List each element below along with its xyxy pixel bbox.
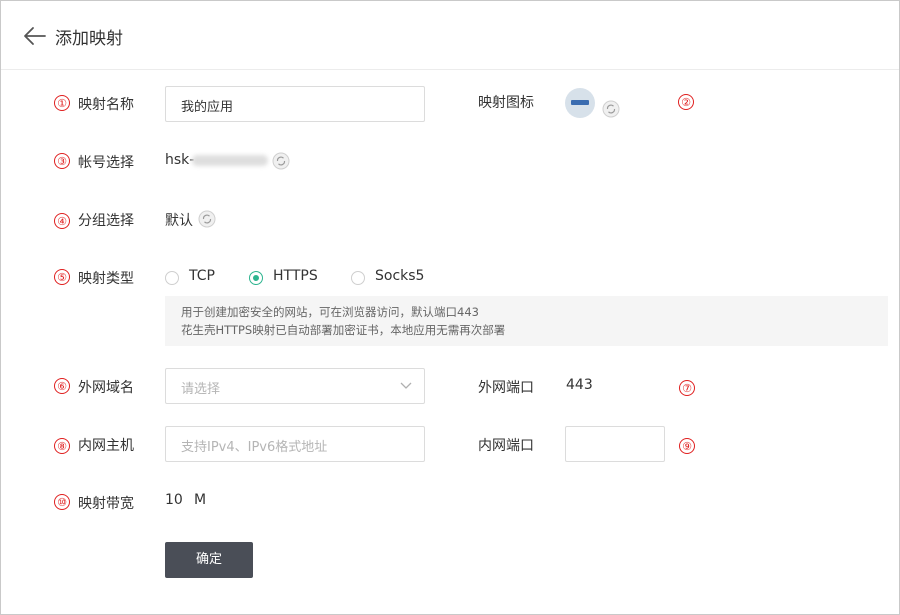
back-arrow-icon[interactable] — [23, 25, 47, 47]
map-name-label: 映射名称 — [78, 97, 134, 113]
radio-https[interactable] — [249, 271, 263, 285]
radio-socks5-label[interactable]: Socks5 — [375, 268, 424, 284]
map-type-label: 映射类型 — [78, 271, 134, 287]
account-blurred — [192, 155, 268, 166]
account-label: 帐号选择 — [78, 155, 134, 171]
marker-10: ⑩ — [54, 494, 70, 510]
domain-placeholder: 请选择 — [181, 382, 221, 397]
marker-6: ⑥ — [54, 378, 70, 394]
hint-line-1: 用于创建加密安全的网站，可在浏览器访问，默认端口443 — [181, 305, 479, 319]
map-icon-label: 映射图标 — [478, 95, 534, 111]
int-port-label: 内网端口 — [478, 438, 534, 454]
confirm-button[interactable]: 确定 — [165, 542, 253, 578]
radio-tcp-label[interactable]: TCP — [189, 268, 215, 284]
page-title: 添加映射 — [55, 29, 123, 49]
page-header: 添加映射 — [1, 1, 899, 70]
refresh-icon[interactable] — [602, 100, 620, 118]
host-label: 内网主机 — [78, 438, 134, 454]
chevron-down-icon — [400, 382, 412, 389]
map-name-input[interactable]: 我的应用 — [165, 86, 425, 122]
int-port-input[interactable] — [565, 426, 665, 462]
radio-socks5[interactable] — [351, 271, 365, 285]
account-value: hsk- — [165, 152, 195, 168]
map-type-hint: 用于创建加密安全的网站，可在浏览器访问，默认端口443 花生壳HTTPS映射已自… — [165, 296, 888, 346]
ext-port-value: 443 — [566, 377, 593, 393]
bandwidth-unit: M — [194, 492, 207, 508]
host-input[interactable]: 支持IPv4、IPv6格式地址 — [165, 426, 425, 462]
marker-5: ⑤ — [54, 269, 70, 285]
bandwidth-label: 映射带宽 — [78, 496, 134, 512]
app-logo-icon[interactable] — [564, 87, 598, 119]
marker-9: ⑨ — [679, 438, 695, 454]
group-value: 默认 — [165, 213, 193, 229]
ext-port-label: 外网端口 — [478, 380, 534, 396]
marker-4: ④ — [54, 213, 70, 229]
map-name-value: 我的应用 — [181, 100, 234, 115]
radio-https-label[interactable]: HTTPS — [273, 268, 318, 284]
marker-2: ② — [678, 94, 694, 110]
radio-tcp[interactable] — [165, 271, 179, 285]
bandwidth-value: 10 — [165, 492, 183, 508]
window: 添加映射 ① 映射名称 我的应用 映射图标 ② ③ 帐号选择 hsk- ④ 分组… — [0, 0, 900, 615]
hint-line-2: 花生壳HTTPS映射已自动部署加密证书，本地应用无需再次部署 — [181, 323, 506, 337]
domain-select[interactable]: 请选择 — [165, 368, 425, 404]
host-placeholder: 支持IPv4、IPv6格式地址 — [181, 440, 328, 455]
refresh-icon[interactable] — [272, 152, 290, 170]
marker-7: ⑦ — [679, 380, 695, 396]
domain-label: 外网域名 — [78, 380, 134, 396]
group-label: 分组选择 — [78, 213, 134, 229]
marker-1: ① — [54, 95, 70, 111]
marker-3: ③ — [54, 153, 70, 169]
refresh-icon[interactable] — [198, 210, 216, 228]
marker-8: ⑧ — [54, 438, 70, 454]
